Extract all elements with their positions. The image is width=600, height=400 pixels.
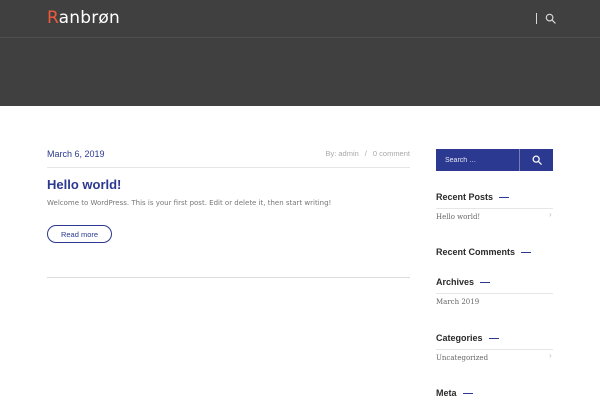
- chevron-right-icon: ›: [549, 210, 552, 219]
- post-excerpt: Welcome to WordPress. This is your first…: [47, 199, 332, 207]
- post-divider: [47, 277, 410, 278]
- post-meta: March 6, 2019 By: admin / 0 comment: [47, 148, 410, 168]
- widget-title-archives: Archives: [436, 277, 491, 287]
- widget-title-text: Meta: [436, 388, 457, 398]
- title-underline-dash: [499, 197, 510, 199]
- logo-text: anbrøn: [58, 8, 120, 28]
- widget-divider: [436, 349, 553, 350]
- title-underline-dash: [521, 252, 532, 254]
- post-byline: By: admin / 0 comment: [325, 149, 410, 158]
- title-underline-dash: [480, 282, 491, 284]
- widget-title-text: Archives: [436, 277, 475, 287]
- archive-link[interactable]: March 2019: [436, 298, 479, 306]
- chevron-right-icon: ›: [549, 351, 552, 360]
- post-comments-count[interactable]: 0 comment: [373, 149, 410, 158]
- title-underline-dash: [488, 338, 499, 340]
- category-link[interactable]: Uncategorized: [436, 354, 488, 362]
- sidebar-search-form: [436, 149, 553, 171]
- read-more-button[interactable]: Read more: [47, 225, 112, 243]
- widget-divider: [436, 293, 553, 294]
- sidebar-search-input[interactable]: [436, 149, 519, 171]
- search-icon[interactable]: [545, 13, 556, 24]
- post-date[interactable]: March 6, 2019: [47, 149, 105, 159]
- post-author[interactable]: By: admin: [325, 149, 358, 158]
- title-underline-dash: [462, 393, 473, 395]
- search-icon: [532, 155, 542, 165]
- page-header-banner: Ranbrøn: [0, 0, 600, 106]
- widget-title-categories: Categories: [436, 333, 499, 343]
- logo-first-letter: R: [47, 8, 59, 28]
- site-logo[interactable]: Ranbrøn: [47, 8, 120, 28]
- post-title[interactable]: Hello world!: [47, 177, 121, 192]
- top-navigation-bar: Ranbrøn: [0, 0, 600, 38]
- widget-title-meta: Meta: [436, 388, 473, 398]
- meta-separator: /: [364, 149, 367, 158]
- widget-title-recent-comments: Recent Comments: [436, 247, 532, 257]
- recent-post-link[interactable]: Hello world!: [436, 213, 480, 221]
- widget-title-text: Categories: [436, 333, 483, 343]
- widget-title-text: Recent Comments: [436, 247, 516, 257]
- widget-divider: [436, 208, 553, 209]
- nav-divider: [536, 13, 537, 24]
- widget-title-text: Recent Posts: [436, 192, 494, 202]
- widget-title-recent-posts: Recent Posts: [436, 192, 510, 202]
- sidebar-search-button[interactable]: [519, 149, 553, 171]
